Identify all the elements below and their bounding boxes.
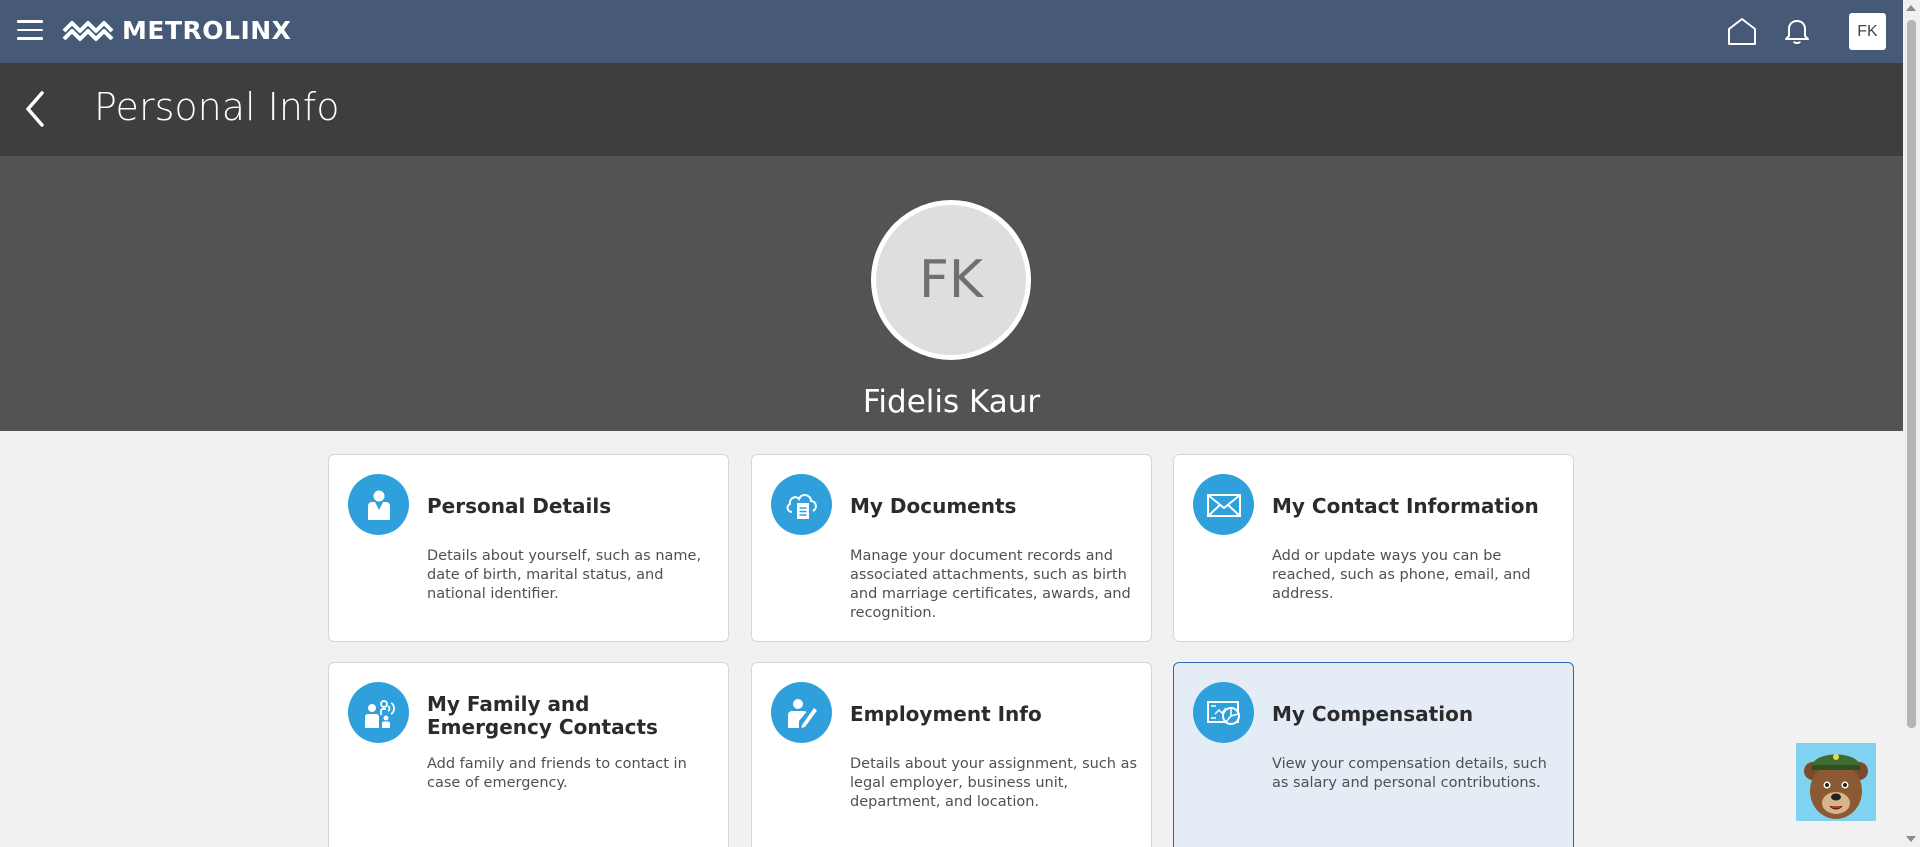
card-employment-info[interactable]: Employment Info Details about your assig… [751,662,1152,847]
card-personal-details[interactable]: Personal Details Details about yourself,… [328,454,729,642]
metrolinx-logo-mark-icon [62,20,114,41]
scroll-down-arrow-icon[interactable] [1906,836,1916,842]
card-description: Manage your document records and associa… [850,548,1131,621]
virtual-assistant-bear-icon[interactable] [1796,743,1876,821]
card-title: My Family and Emergency Contacts [427,692,658,739]
cloud-document-icon [771,474,832,535]
home-icon[interactable] [1726,16,1758,46]
person-pen-icon [771,682,832,743]
envelope-icon [1193,474,1254,535]
user-avatar-button[interactable]: FK [1849,13,1886,50]
back-arrow-icon[interactable] [22,89,50,129]
card-description: View your compensation details, such as … [1272,756,1547,791]
card-title: My Compensation [1272,702,1474,726]
family-icon [348,682,409,743]
page-title: Personal Info [94,85,340,129]
card-title: My Documents [850,494,1017,518]
brand-name: METROLINX [122,16,292,45]
card-description: Details about your assignment, such as l… [850,756,1138,810]
card-description: Add family and friends to contact in cas… [427,756,687,791]
profile-name: Fidelis Kaur [862,384,1041,420]
scroll-up-arrow-icon[interactable] [1906,5,1916,11]
card-my-family-and-emergency-contacts[interactable]: My Family and Emergency Contacts Add fam… [328,662,729,847]
hamburger-menu-icon[interactable] [17,20,43,42]
metrolinx-logo[interactable]: METROLINX [62,16,291,45]
person-icon [348,474,409,535]
vertical-scrollbar[interactable] [1903,0,1920,847]
card-my-contact-information[interactable]: My Contact Information Add or update way… [1173,454,1574,642]
profile-avatar: FK [871,200,1031,360]
card-title: Employment Info [850,702,1042,726]
compensation-icon [1193,682,1254,743]
profile-hero: FK Fidelis Kaur [0,156,1903,431]
notifications-bell-icon[interactable] [1784,17,1810,45]
card-my-documents[interactable]: My Documents Manage your document record… [751,454,1152,642]
card-my-compensation[interactable]: My Compensation View your compensation d… [1173,662,1574,847]
page-header: Personal Info [0,63,1903,156]
card-description: Details about yourself, such as name, da… [427,548,702,602]
card-description: Add or update ways you can be reached, s… [1272,548,1531,602]
top-bar: METROLINX FK [0,0,1903,63]
card-title: Personal Details [427,494,612,518]
scrollbar-thumb[interactable] [1907,20,1916,728]
card-title: My Contact Information [1272,494,1539,518]
